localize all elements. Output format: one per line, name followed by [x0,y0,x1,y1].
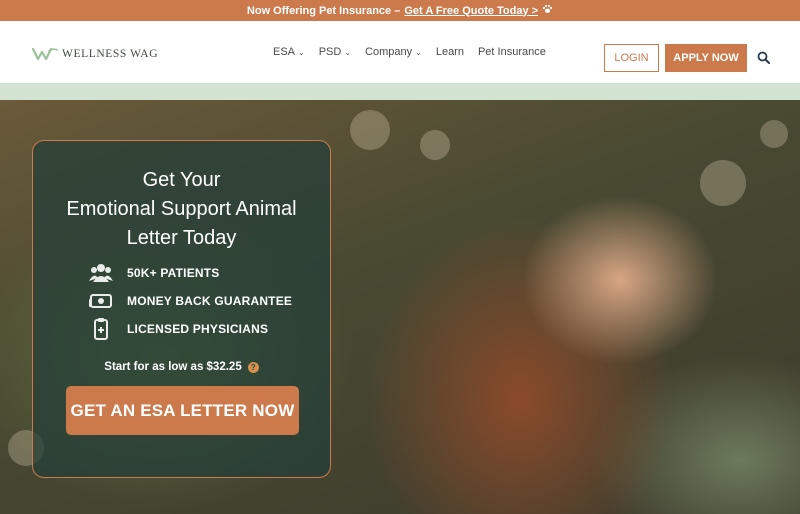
nav-label: PSD [318,46,342,58]
main-nav: ESA ⌄ PSD ⌄ Company ⌄ Learn Pet Insuranc… [273,21,546,83]
nav-item-company[interactable]: Company ⌄ [365,46,422,58]
bokeh-light [350,110,390,150]
logo-mark-icon [32,47,58,61]
hero-title-line: Letter Today [126,227,237,249]
help-icon[interactable]: ? [247,361,259,373]
header-divider-strip [0,83,800,100]
nav-item-psd[interactable]: PSD ⌄ [319,46,351,58]
chevron-down-icon: ⌄ [415,47,422,57]
nav-item-pet-insurance[interactable]: Pet Insurance [478,46,546,58]
feature-label: 50K+ PATIENTS [127,266,220,280]
bokeh-light [760,120,788,148]
chevron-down-icon: ⌄ [298,47,305,57]
login-button[interactable]: LOGIN [604,44,659,72]
promo-quote-link[interactable]: Get A Free Quote Today > [404,5,538,17]
feature-label: MONEY BACK GUARANTEE [127,294,293,308]
hero-title-line: Get Your [142,169,221,191]
nav-label: ESA [273,46,296,58]
site-header: WELLNESS WAG ESA ⌄ PSD ⌄ Company ⌄ Learn… [0,21,800,83]
nav-label: Company [365,46,413,58]
clipboard-icon [94,318,108,340]
price-line: Start for as low as $32.25 ? [33,361,330,373]
paw-icon [542,4,553,17]
feature-label: LICENSED PHYSICIANS [127,322,269,336]
feature-money-back: MONEY BACK GUARANTEE [89,290,292,312]
feature-patients: 50K+ PATIENTS [89,262,220,284]
nav-label: Learn [435,46,464,58]
hero-card: Get Your Emotional Support Animal Letter… [32,140,331,478]
nav-item-esa[interactable]: ESA ⌄ [273,46,305,58]
nav-item-learn[interactable]: Learn [436,46,464,58]
nav-label: Pet Insurance [477,46,546,58]
bokeh-light [420,130,450,160]
promo-bar: Now Offering Pet Insurance – Get A Free … [0,0,800,21]
price-text: Start for as low as $32.25 [104,361,242,373]
hero-section: Get Your Emotional Support Animal Letter… [0,100,800,514]
logo[interactable]: WELLNESS WAG [32,47,158,61]
feature-licensed: LICENSED PHYSICIANS [89,318,268,340]
hero-title: Get Your Emotional Support Animal Letter… [33,166,330,253]
apply-now-button[interactable]: APPLY NOW [665,44,747,72]
search-icon[interactable] [757,51,770,64]
hero-title-line: Emotional Support Animal [66,198,297,220]
bokeh-light [700,160,746,206]
logo-text: WELLNESS WAG [62,48,159,60]
get-esa-letter-button[interactable]: GET AN ESA LETTER NOW [66,386,299,435]
money-icon [89,294,112,308]
patients-icon [89,264,113,282]
promo-text: Now Offering Pet Insurance – [246,4,401,17]
chevron-down-icon: ⌄ [344,47,352,57]
